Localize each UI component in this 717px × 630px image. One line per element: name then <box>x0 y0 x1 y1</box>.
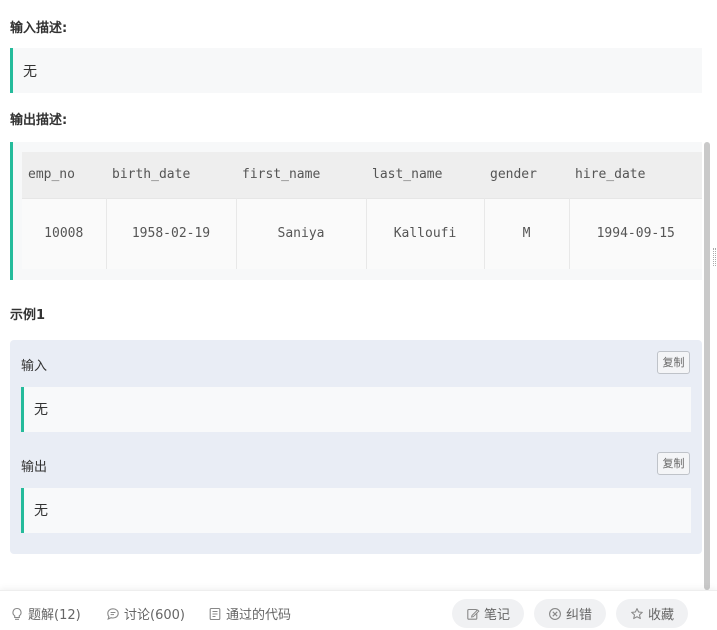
resize-handle[interactable] <box>713 248 716 266</box>
table-header-cell: last_name <box>366 152 484 198</box>
example-title: 示例1 <box>10 308 46 323</box>
star-icon <box>631 607 643 619</box>
table-header-cell: gender <box>484 152 569 198</box>
table-header-row: emp_no birth_date first_name last_name g… <box>22 152 702 198</box>
discuss-label: 讨论(600) <box>124 608 185 623</box>
copy-input-button[interactable]: 复制 <box>657 351 690 374</box>
copy-output-button[interactable]: 复制 <box>657 452 690 475</box>
note-label: 笔记 <box>483 608 510 623</box>
output-table: emp_no birth_date first_name last_name g… <box>22 152 702 269</box>
favorite-label: 收藏 <box>647 608 674 623</box>
input-desc-block: 无 <box>10 48 702 93</box>
solutions-label: 题解(12) <box>28 608 81 623</box>
example-input-block: 无 <box>21 387 691 432</box>
report-error-button[interactable]: 纠错 <box>534 599 606 628</box>
table-header-cell: hire_date <box>569 152 702 198</box>
table-cell: 10008 <box>22 197 107 269</box>
table-header-cell: first_name <box>236 152 366 198</box>
example-output-label: 输出 <box>21 460 48 475</box>
scrollbar-thumb[interactable] <box>704 142 710 590</box>
table-row: 10008 1958-02-19 Saniya Kalloufi M 1994-… <box>22 197 702 269</box>
discuss-link[interactable]: 讨论(600) <box>106 604 185 623</box>
example-input-value: 无 <box>34 402 48 418</box>
solutions-link[interactable]: 题解(12) <box>10 604 81 623</box>
output-desc-label: 输出描述: <box>10 113 68 128</box>
input-desc-label: 输入描述: <box>10 21 68 36</box>
note-button[interactable]: 笔记 <box>452 599 524 628</box>
lightbulb-icon <box>12 607 22 620</box>
document-icon <box>209 607 221 620</box>
favorite-button[interactable]: 收藏 <box>616 599 688 628</box>
report-error-label: 纠错 <box>565 608 592 623</box>
example-output-value: 无 <box>34 503 48 519</box>
table-header-cell: emp_no <box>22 152 106 198</box>
table-cell: Saniya <box>236 197 367 269</box>
table-header-cell: birth_date <box>106 152 236 198</box>
table-cell: Kalloufi <box>366 197 485 269</box>
table-cell: 1994-09-15 <box>569 197 702 269</box>
example-output-block: 无 <box>21 488 691 533</box>
table-cell: 1958-02-19 <box>106 197 237 269</box>
bottom-toolbar: 题解(12) 讨论(600) 通过的代码 笔记 纠错 收藏 <box>0 590 717 630</box>
input-desc-value: 无 <box>23 64 37 80</box>
passed-code-link[interactable]: 通过的代码 <box>208 604 291 623</box>
edit-icon <box>467 608 480 620</box>
table-cell: M <box>484 197 570 269</box>
close-circle-icon <box>549 607 561 620</box>
passed-code-label: 通过的代码 <box>226 608 292 623</box>
chat-bubble-icon <box>107 607 119 620</box>
example-input-label: 输入 <box>21 359 48 374</box>
